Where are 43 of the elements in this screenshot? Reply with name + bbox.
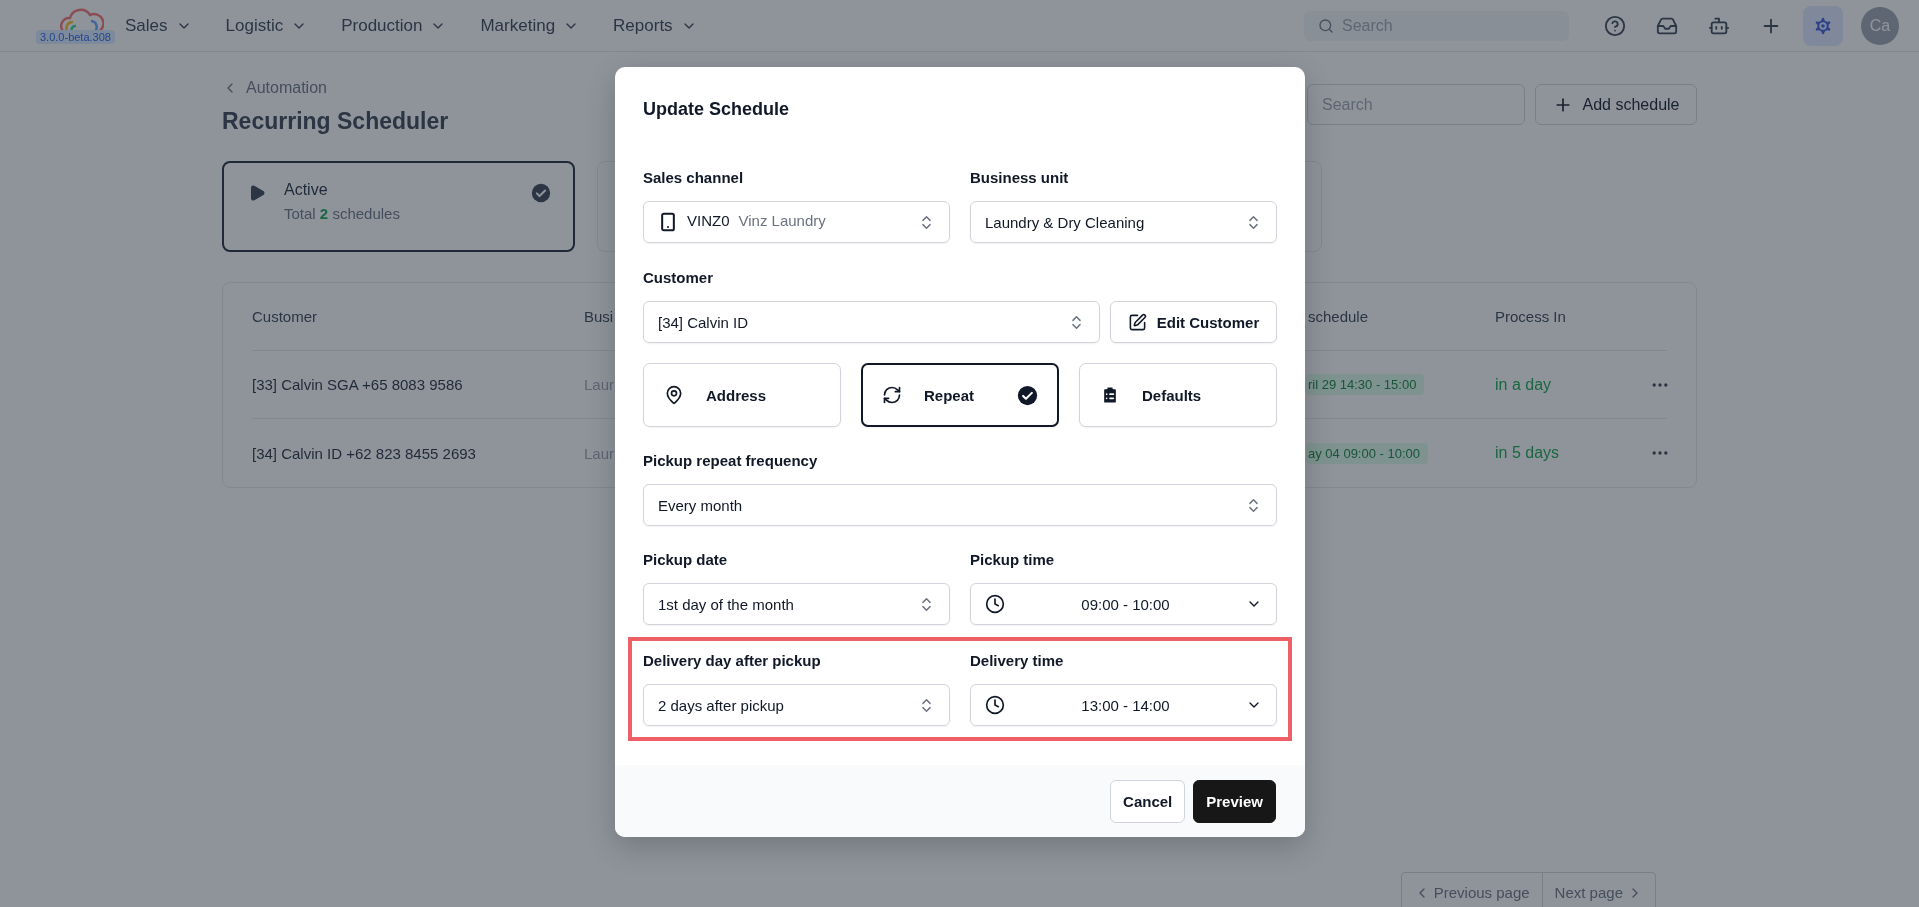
add-schedule-button[interactable]: Add schedule xyxy=(1535,84,1697,125)
nav-menu[interactable]: Marketing xyxy=(466,5,594,46)
dialog-title: Update Schedule xyxy=(643,98,791,121)
field-label: Business unit xyxy=(970,168,1070,188)
field-label: Sales channel xyxy=(643,168,745,188)
option-card[interactable]: Address xyxy=(643,363,841,427)
process-in-cell: in a day xyxy=(1495,375,1552,394)
status-card[interactable]: Active Total 2 schedules xyxy=(222,161,575,252)
field-label: Pickup repeat frequency xyxy=(643,451,819,471)
preview-button[interactable]: Preview xyxy=(1193,780,1276,823)
card-subtitle: Total 2 schedules xyxy=(284,205,400,222)
cancel-button[interactable]: Cancel xyxy=(1110,780,1186,823)
column-header: schedule xyxy=(1307,308,1369,325)
select-field[interactable]: 2 days after pickup xyxy=(643,684,950,726)
option-card[interactable]: Repeat xyxy=(861,363,1059,427)
customer-cell: [33] Calvin SGA +65 8083 9586 xyxy=(252,376,463,393)
field-label: Delivery day after pickup xyxy=(643,651,822,671)
select-field[interactable]: Laundry & Dry Cleaning xyxy=(970,201,1277,243)
field-label: Delivery time xyxy=(970,651,1065,671)
field-label: Pickup date xyxy=(643,550,729,570)
page-title: Recurring Scheduler xyxy=(222,108,449,135)
nav-menu[interactable]: Logistic xyxy=(211,5,322,46)
select-field[interactable]: 1st day of the month xyxy=(643,583,950,625)
select-field[interactable]: [34] Calvin ID xyxy=(643,301,1100,343)
nav-menu[interactable]: Reports xyxy=(599,5,711,46)
card-title: Active xyxy=(284,181,329,199)
field-label: Customer xyxy=(643,268,714,288)
schedule-badge: ay 04 09:00 - 10:00 xyxy=(1306,442,1429,464)
field-label: Pickup time xyxy=(970,550,1056,570)
process-in-cell: in 5 days xyxy=(1495,444,1560,462)
column-header: Process In xyxy=(1495,308,1566,325)
option-card[interactable]: Defaults xyxy=(1079,363,1277,427)
customer-cell: [34] Calvin ID +62 823 8455 2693 xyxy=(252,444,476,462)
select-field[interactable]: Every month xyxy=(643,484,1277,526)
column-header: Busi xyxy=(584,308,614,325)
select-field[interactable]: 09:00 - 10:00 xyxy=(970,583,1277,625)
version-badge: 3.0.0-beta.308 xyxy=(36,29,115,44)
schedule-badge: ril 29 14:30 - 15:00 xyxy=(1306,374,1425,395)
edit-customer-button[interactable]: Edit Customer xyxy=(1110,301,1277,343)
column-header: Customer xyxy=(252,308,318,325)
select-field[interactable]: 13:00 - 14:00 xyxy=(970,684,1277,726)
select-field[interactable]: VINZ0 Vinz Laundry xyxy=(643,201,950,243)
nav-menu[interactable]: Production xyxy=(327,5,461,46)
